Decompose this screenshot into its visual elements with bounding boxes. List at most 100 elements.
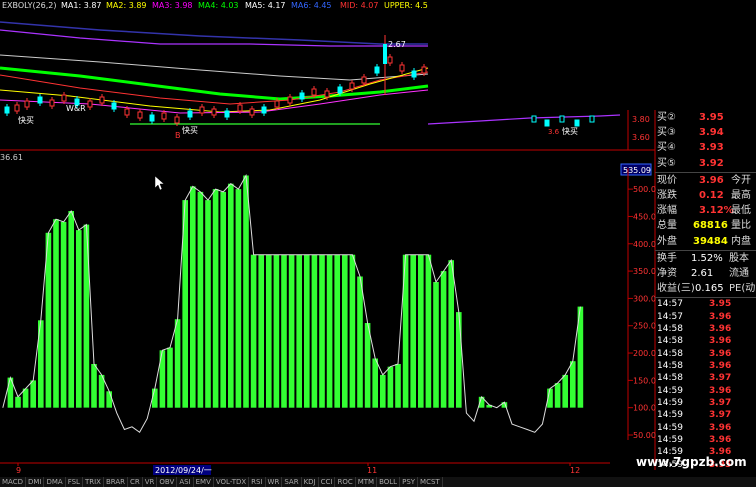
stat-value: 68816 [693, 220, 728, 232]
indicator-tab[interactable]: CR [128, 477, 143, 487]
indicator-tab[interactable]: PSY [400, 477, 419, 487]
stat-label-2: 股本 [729, 252, 749, 264]
x-axis: 9 2012/09/24/一 11 12 [0, 462, 610, 475]
indicator-tab[interactable]: WR [266, 477, 283, 487]
stat-label-2: 内盘 [731, 235, 751, 247]
stat-value: 1.52% [691, 252, 723, 264]
indicator-tab[interactable]: OBV [157, 477, 178, 487]
stat-label: 总量 [657, 220, 677, 232]
quote-row: 现价 3.96 今开 [655, 173, 756, 188]
tick-time: 14:59 [657, 435, 683, 446]
indicator-tab[interactable]: MACD [0, 477, 26, 487]
kuaimai-left: 快买 [18, 115, 34, 125]
bid-label: 买③ [657, 127, 676, 139]
stat-value: 0.165 [695, 283, 724, 295]
upper-price-panel[interactable]: 快买 W&R B 快买 2.67 快买 3.6 [0, 21, 621, 140]
volume-bar [197, 191, 204, 408]
candle [99, 96, 105, 104]
indicator-tabs: MACD DMI DMA FSL TRIX BRAR CR VR OBV ASI EMV VOL-TD… [0, 477, 756, 487]
candle [274, 100, 280, 108]
indicator-tab[interactable]: KDJ [302, 477, 319, 487]
indicator-tab[interactable]: EMV [194, 477, 214, 487]
volume-bar [425, 254, 432, 408]
candle [111, 102, 117, 110]
stat-label: 净资 [657, 267, 677, 279]
candle [249, 108, 255, 116]
lower-indicator-panel[interactable]: 36.61 535.09 500.0 450.0 400.0 350.0 300.0 25… [0, 153, 656, 440]
quote-row: 14:59 3.96 [655, 385, 756, 397]
indicator-tab[interactable]: SAR [282, 477, 302, 487]
quote-row: 14:58 3.97 [655, 372, 756, 384]
volume-bar [364, 323, 371, 408]
x-label-12: 12 [570, 466, 580, 475]
bid-label: 买⑤ [657, 157, 676, 169]
upper-band-line [0, 21, 428, 45]
candle [261, 106, 267, 114]
indicator-tab[interactable]: FSL [66, 477, 83, 487]
volume-bar [554, 383, 561, 408]
candle [49, 99, 55, 107]
indicator-tab[interactable]: CCI [319, 477, 336, 487]
quote-row: 涨幅 3.12% 最低 [655, 203, 756, 218]
indicator-tab[interactable]: TRIX [83, 477, 104, 487]
volume-bar [212, 189, 219, 408]
bid-price: 3.92 [699, 157, 724, 169]
volume-bar [349, 254, 356, 408]
candle [299, 92, 305, 100]
ma1-label: MA1: 3.87 [61, 1, 102, 10]
volume-bar [372, 358, 378, 408]
candle [287, 96, 293, 104]
volume-bar [440, 271, 447, 408]
indicator-tab[interactable]: BOLL [377, 477, 401, 487]
indicator-tab[interactable]: BRAR [104, 477, 128, 487]
stat-value: 2.61 [691, 267, 714, 279]
candle [311, 88, 317, 96]
indicator-tab[interactable]: ASI [177, 477, 194, 487]
bid-price: 3.93 [699, 142, 724, 154]
stat-label-2: 流通 [729, 267, 749, 279]
volume-bar [91, 364, 97, 408]
x-label-9: 9 [16, 466, 21, 475]
volume-bar [311, 254, 318, 408]
tick-price: 3.97 [709, 373, 732, 384]
volume-bars [7, 175, 584, 408]
stat-value: 0.12 [699, 189, 724, 201]
tick-list[interactable]: 14:57 3.95 14:57 3.96 14:58 3.96 14:58 3.96 14:5… [655, 298, 756, 471]
volume-bar [53, 219, 59, 408]
quote-row: 买⑤ 3.92 [655, 156, 756, 171]
stat-label-2: PE(动) [729, 283, 756, 295]
volume-bar [15, 396, 21, 408]
stat-label: 外盘 [657, 235, 677, 247]
indicator-tab[interactable]: RSI [249, 477, 266, 487]
bid-list: 买② 3.95 买③ 3.94 买④ 3.93 买⑤ 3.92 [655, 110, 756, 171]
volume-bar [174, 319, 181, 408]
upper-label: UPPER: 4.5 [384, 1, 428, 10]
candle [337, 86, 343, 94]
candle [421, 66, 427, 74]
volume-bar [106, 391, 112, 408]
bid-label: 买④ [657, 142, 676, 154]
candle [399, 64, 405, 72]
volume-bar [418, 254, 424, 408]
quote-row: 14:59 3.96 [655, 422, 756, 434]
chart-canvas[interactable]: EXBOLY(26,2) MA1: 3.87 MA2: 3.89 MA3: 3.… [0, 0, 756, 487]
indicator-tab[interactable]: ROC [335, 477, 356, 487]
volume-bar [319, 254, 325, 408]
indicator-tab[interactable]: DMA [44, 477, 66, 487]
candles [4, 35, 595, 127]
candle [361, 76, 367, 84]
quote-row: 净资 2.61 流通 [655, 266, 756, 281]
small-price-label: 3.6 [548, 128, 560, 136]
indicator-tab[interactable]: MCST [418, 477, 443, 487]
y-axis-label: 150.0 [633, 376, 656, 385]
indicator-tab[interactable]: MTM [356, 477, 378, 487]
stat-label-2: 最低 [731, 205, 751, 217]
candle [224, 110, 230, 118]
stat-value: 3.12% [699, 205, 734, 217]
indicator-tab[interactable]: VOL-TDX [214, 477, 250, 487]
bid-price: 3.94 [699, 127, 724, 139]
indicator-tab[interactable]: VR [143, 477, 158, 487]
candle [374, 66, 380, 74]
tick-price: 3.96 [709, 435, 732, 446]
indicator-tab[interactable]: DMI [26, 477, 45, 487]
